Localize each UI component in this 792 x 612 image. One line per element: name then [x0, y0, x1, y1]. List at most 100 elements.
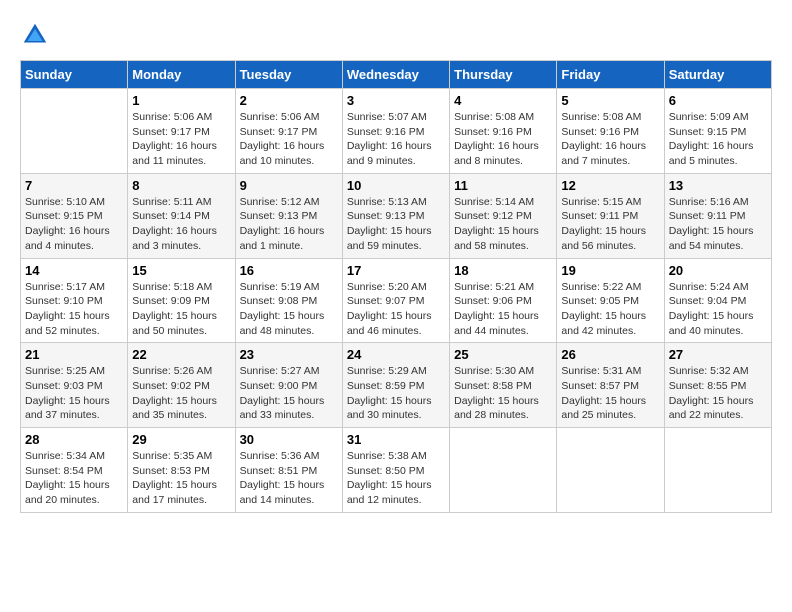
day-number: 21 — [25, 347, 123, 362]
day-info: Sunrise: 5:15 AM Sunset: 9:11 PM Dayligh… — [561, 195, 659, 254]
day-number: 8 — [132, 178, 230, 193]
day-info: Sunrise: 5:21 AM Sunset: 9:06 PM Dayligh… — [454, 280, 552, 339]
day-number: 13 — [669, 178, 767, 193]
calendar-week-row: 21Sunrise: 5:25 AM Sunset: 9:03 PM Dayli… — [21, 343, 772, 428]
calendar-cell — [664, 428, 771, 513]
day-info: Sunrise: 5:30 AM Sunset: 8:58 PM Dayligh… — [454, 364, 552, 423]
column-header-friday: Friday — [557, 61, 664, 89]
column-header-sunday: Sunday — [21, 61, 128, 89]
calendar-cell: 11 Sunrise: 5:14 AM Sunset: 9:12 PM Dayli… — [450, 173, 557, 258]
day-number: 23 — [240, 347, 338, 362]
day-info: Sunrise: 5:38 AM Sunset: 8:50 PM Dayligh… — [347, 449, 445, 508]
calendar-cell: 9Sunrise: 5:12 AM Sunset: 9:13 PM Daylig… — [235, 173, 342, 258]
day-info: Sunrise: 5:31 AM Sunset: 8:57 PM Dayligh… — [561, 364, 659, 423]
calendar-cell: 6 Sunrise: 5:09 AM Sunset: 9:15 PM Daylig… — [664, 89, 771, 174]
column-header-saturday: Saturday — [664, 61, 771, 89]
day-info: Sunrise: 5:22 AM Sunset: 9:05 PM Dayligh… — [561, 280, 659, 339]
calendar-cell: 19 Sunrise: 5:22 AM Sunset: 9:05 PM Dayli… — [557, 258, 664, 343]
day-info: Sunrise: 5:27 AM Sunset: 9:00 PM Dayligh… — [240, 364, 338, 423]
day-info: Sunrise: 5:14 AM Sunset: 9:12 PM Dayligh… — [454, 195, 552, 254]
day-number: 29 — [132, 432, 230, 447]
calendar-cell: 31 Sunrise: 5:38 AM Sunset: 8:50 PM Dayli… — [342, 428, 449, 513]
calendar-cell: 15 Sunrise: 5:18 AM Sunset: 9:09 PM Dayli… — [128, 258, 235, 343]
calendar-week-row: 28Sunrise: 5:34 AM Sunset: 8:54 PM Dayli… — [21, 428, 772, 513]
calendar-cell: 10 Sunrise: 5:13 AM Sunset: 9:13 PM Dayli… — [342, 173, 449, 258]
calendar-cell: 12 Sunrise: 5:15 AM Sunset: 9:11 PM Dayli… — [557, 173, 664, 258]
day-number: 31 — [347, 432, 445, 447]
calendar-cell: 18 Sunrise: 5:21 AM Sunset: 9:06 PM Dayli… — [450, 258, 557, 343]
calendar-cell: 1 Sunrise: 5:06 AM Sunset: 9:17 PM Daylig… — [128, 89, 235, 174]
day-info: Sunrise: 5:36 AM Sunset: 8:51 PM Dayligh… — [240, 449, 338, 508]
day-info: Sunrise: 5:12 AM Sunset: 9:13 PM Dayligh… — [240, 195, 338, 254]
day-info: Sunrise: 5:26 AM Sunset: 9:02 PM Dayligh… — [132, 364, 230, 423]
page-header — [20, 20, 772, 50]
column-header-wednesday: Wednesday — [342, 61, 449, 89]
day-number: 27 — [669, 347, 767, 362]
day-info: Sunrise: 5:16 AM Sunset: 9:11 PM Dayligh… — [669, 195, 767, 254]
day-number: 11 — [454, 178, 552, 193]
day-info: Sunrise: 5:08 AM Sunset: 9:16 PM Dayligh… — [454, 110, 552, 169]
day-number: 24 — [347, 347, 445, 362]
day-number: 26 — [561, 347, 659, 362]
calendar-cell: 26 Sunrise: 5:31 AM Sunset: 8:57 PM Dayli… — [557, 343, 664, 428]
day-info: Sunrise: 5:20 AM Sunset: 9:07 PM Dayligh… — [347, 280, 445, 339]
calendar-cell: 28Sunrise: 5:34 AM Sunset: 8:54 PM Dayli… — [21, 428, 128, 513]
day-number: 15 — [132, 263, 230, 278]
calendar-table: SundayMondayTuesdayWednesdayThursdayFrid… — [20, 60, 772, 513]
logo — [20, 20, 54, 50]
day-number: 18 — [454, 263, 552, 278]
day-number: 10 — [347, 178, 445, 193]
day-number: 6 — [669, 93, 767, 108]
day-info: Sunrise: 5:17 AM Sunset: 9:10 PM Dayligh… — [25, 280, 123, 339]
day-info: Sunrise: 5:11 AM Sunset: 9:14 PM Dayligh… — [132, 195, 230, 254]
day-number: 16 — [240, 263, 338, 278]
day-number: 14 — [25, 263, 123, 278]
calendar-cell: 20Sunrise: 5:24 AM Sunset: 9:04 PM Dayli… — [664, 258, 771, 343]
day-number: 3 — [347, 93, 445, 108]
calendar-cell: 16 Sunrise: 5:19 AM Sunset: 9:08 PM Dayli… — [235, 258, 342, 343]
calendar-cell: 25 Sunrise: 5:30 AM Sunset: 8:58 PM Dayli… — [450, 343, 557, 428]
calendar-cell — [450, 428, 557, 513]
day-info: Sunrise: 5:06 AM Sunset: 9:17 PM Dayligh… — [132, 110, 230, 169]
calendar-week-row: 7 Sunrise: 5:10 AM Sunset: 9:15 PM Daylig… — [21, 173, 772, 258]
day-info: Sunrise: 5:35 AM Sunset: 8:53 PM Dayligh… — [132, 449, 230, 508]
day-info: Sunrise: 5:29 AM Sunset: 8:59 PM Dayligh… — [347, 364, 445, 423]
day-number: 1 — [132, 93, 230, 108]
logo-icon — [20, 20, 50, 50]
day-info: Sunrise: 5:18 AM Sunset: 9:09 PM Dayligh… — [132, 280, 230, 339]
day-number: 20 — [669, 263, 767, 278]
day-info: Sunrise: 5:07 AM Sunset: 9:16 PM Dayligh… — [347, 110, 445, 169]
calendar-cell: 30 Sunrise: 5:36 AM Sunset: 8:51 PM Dayli… — [235, 428, 342, 513]
calendar-header-row: SundayMondayTuesdayWednesdayThursdayFrid… — [21, 61, 772, 89]
column-header-thursday: Thursday — [450, 61, 557, 89]
day-number: 7 — [25, 178, 123, 193]
calendar-week-row: 1 Sunrise: 5:06 AM Sunset: 9:17 PM Daylig… — [21, 89, 772, 174]
calendar-cell: 22 Sunrise: 5:26 AM Sunset: 9:02 PM Dayli… — [128, 343, 235, 428]
day-info: Sunrise: 5:19 AM Sunset: 9:08 PM Dayligh… — [240, 280, 338, 339]
day-info: Sunrise: 5:10 AM Sunset: 9:15 PM Dayligh… — [25, 195, 123, 254]
day-info: Sunrise: 5:13 AM Sunset: 9:13 PM Dayligh… — [347, 195, 445, 254]
calendar-cell: 8 Sunrise: 5:11 AM Sunset: 9:14 PM Daylig… — [128, 173, 235, 258]
calendar-cell: 24 Sunrise: 5:29 AM Sunset: 8:59 PM Dayli… — [342, 343, 449, 428]
day-number: 22 — [132, 347, 230, 362]
day-number: 12 — [561, 178, 659, 193]
column-header-tuesday: Tuesday — [235, 61, 342, 89]
column-header-monday: Monday — [128, 61, 235, 89]
calendar-cell: 2Sunrise: 5:06 AM Sunset: 9:17 PM Daylig… — [235, 89, 342, 174]
calendar-week-row: 14 Sunrise: 5:17 AM Sunset: 9:10 PM Dayli… — [21, 258, 772, 343]
calendar-cell: 23 Sunrise: 5:27 AM Sunset: 9:00 PM Dayli… — [235, 343, 342, 428]
calendar-cell: 17 Sunrise: 5:20 AM Sunset: 9:07 PM Dayli… — [342, 258, 449, 343]
day-number: 17 — [347, 263, 445, 278]
day-number: 30 — [240, 432, 338, 447]
day-number: 2 — [240, 93, 338, 108]
day-info: Sunrise: 5:09 AM Sunset: 9:15 PM Dayligh… — [669, 110, 767, 169]
calendar-cell: 21Sunrise: 5:25 AM Sunset: 9:03 PM Dayli… — [21, 343, 128, 428]
day-info: Sunrise: 5:34 AM Sunset: 8:54 PM Dayligh… — [25, 449, 123, 508]
calendar-cell: 5Sunrise: 5:08 AM Sunset: 9:16 PM Daylig… — [557, 89, 664, 174]
day-number: 19 — [561, 263, 659, 278]
day-number: 25 — [454, 347, 552, 362]
calendar-cell: 27Sunrise: 5:32 AM Sunset: 8:55 PM Dayli… — [664, 343, 771, 428]
calendar-cell: 29 Sunrise: 5:35 AM Sunset: 8:53 PM Dayli… — [128, 428, 235, 513]
calendar-cell — [21, 89, 128, 174]
calendar-cell: 7 Sunrise: 5:10 AM Sunset: 9:15 PM Daylig… — [21, 173, 128, 258]
